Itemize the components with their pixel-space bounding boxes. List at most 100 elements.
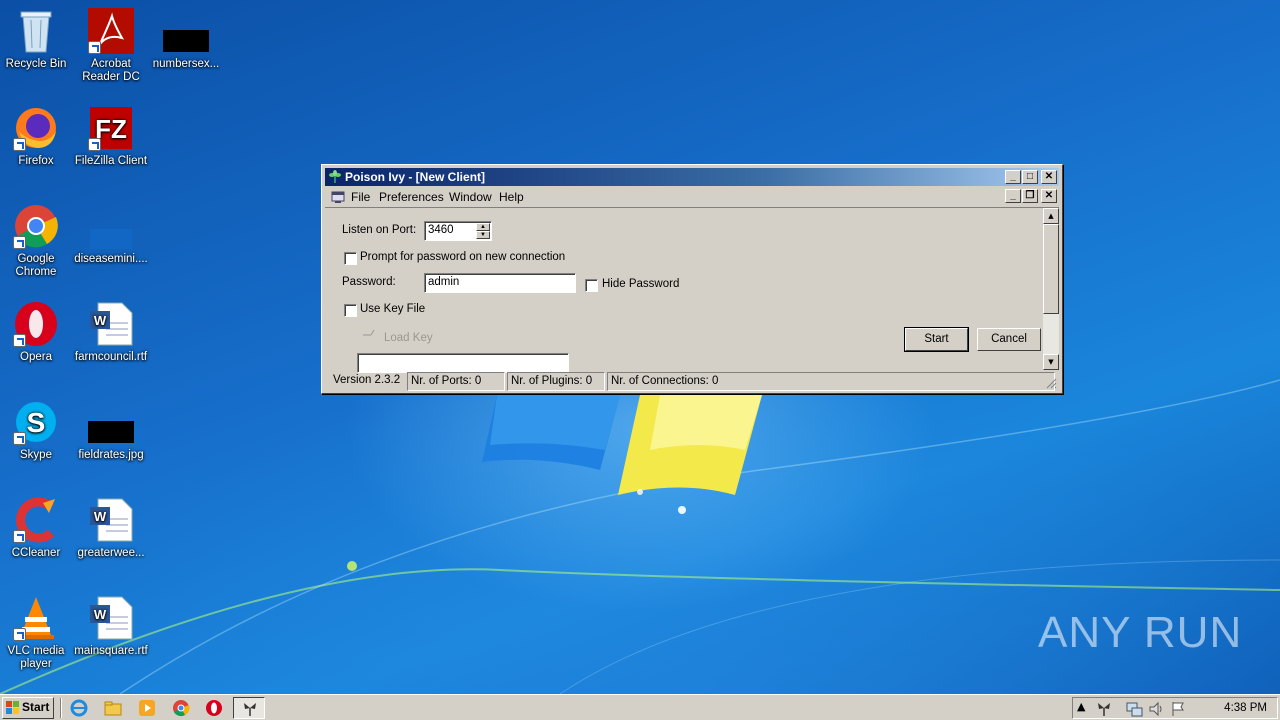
status-ports: Nr. of Ports: 0	[407, 372, 505, 391]
firefox-icon	[13, 105, 59, 151]
desktop-icon-label: fieldrates.jpg	[78, 449, 144, 461]
scroll-thumb[interactable]	[1043, 224, 1059, 314]
spin-up-icon[interactable]: ▲	[476, 223, 490, 231]
load-key-button[interactable]: Load Key	[384, 332, 433, 344]
desktop-icon-label: Opera	[20, 351, 52, 363]
skype-icon: S	[13, 399, 59, 445]
hide-password-label: Hide Password	[602, 278, 680, 290]
close-button[interactable]: ✕	[1041, 170, 1057, 184]
start-button[interactable]: Start	[2, 697, 54, 719]
redacted-file-icon	[88, 203, 134, 249]
hide-password-checkbox[interactable]	[585, 279, 598, 292]
status-bar: Version 2.3.2 Nr. of Ports: 0 Nr. of Plu…	[325, 370, 1059, 391]
key-icon	[363, 329, 375, 336]
opera-icon	[13, 301, 59, 347]
menu-window[interactable]: Window	[449, 190, 492, 204]
desktop-icon-label: farmcouncil.rtf	[74, 351, 148, 363]
status-plugins: Nr. of Plugins: 0	[507, 372, 605, 391]
desktop-icon-skype[interactable]: S Skype	[0, 399, 76, 462]
prompt-password-checkbox[interactable]	[344, 252, 357, 265]
mdi-minimize-button[interactable]: _	[1005, 189, 1021, 203]
media-player-icon[interactable]	[138, 699, 156, 717]
svg-text:W: W	[94, 607, 107, 622]
explorer-icon[interactable]	[104, 699, 122, 717]
show-hidden-icon[interactable]: ▲	[1077, 700, 1085, 713]
chrome-icon	[13, 203, 59, 249]
image-file-icon	[88, 399, 134, 445]
desktop-icon-label: Acrobat Reader DC	[82, 58, 140, 83]
use-key-file-label: Use Key File	[360, 303, 426, 315]
filezilla-icon: FZ	[88, 105, 134, 151]
desktop-icon-farmcouncil[interactable]: W farmcouncil.rtf	[71, 301, 151, 364]
listen-port-input[interactable]: 3460 ▲ ▼	[424, 221, 492, 241]
status-connections: Nr. of Connections: 0	[607, 372, 1055, 391]
desktop-icon-diseasemini[interactable]: diseasemini....	[71, 203, 151, 266]
listen-port-value: 3460	[428, 224, 454, 236]
desktop-icon-greaterwee[interactable]: W greaterwee...	[71, 497, 151, 560]
poison-ivy-icon	[329, 170, 341, 183]
listen-port-label: Listen on Port:	[342, 224, 417, 236]
network-icon[interactable]	[1125, 700, 1143, 718]
desktop-icon-label: FileZilla Client	[74, 155, 148, 167]
scroll-up-icon[interactable]: ▲	[1043, 208, 1059, 224]
clock[interactable]: 4:38 PM	[1224, 702, 1267, 714]
window-title: Poison Ivy - [New Client]	[345, 170, 486, 184]
desktop-icon-numbersex[interactable]: numbersex...	[146, 8, 226, 71]
opera-icon[interactable]	[205, 699, 223, 717]
menu-bar: File Preferences Window Help _ ❐ ✕	[325, 187, 1059, 207]
minimize-button[interactable]: _	[1005, 170, 1021, 184]
chrome-icon[interactable]	[172, 699, 190, 717]
desktop-icon-recycle-bin[interactable]: Recycle Bin	[0, 8, 76, 71]
cancel-button[interactable]: Cancel	[977, 328, 1041, 351]
desktop-icon-label: diseasemini....	[74, 253, 148, 265]
desktop-icon-firefox[interactable]: Firefox	[0, 105, 76, 168]
password-input[interactable]: admin	[424, 273, 576, 293]
system-tray: ▲ 4:38 PM	[1072, 697, 1278, 719]
volume-icon[interactable]	[1147, 700, 1165, 718]
desktop-icon-label: VLC media player	[7, 645, 65, 670]
poison-ivy-tray-icon[interactable]	[1095, 700, 1113, 718]
windows-logo-icon	[6, 701, 19, 714]
resize-grip-icon[interactable]	[1045, 377, 1057, 389]
desktop-icon-opera[interactable]: Opera	[0, 301, 76, 364]
status-version: Version 2.3.2	[333, 374, 401, 386]
recycle-bin-icon	[13, 8, 59, 54]
ccleaner-icon	[13, 497, 59, 543]
menu-help[interactable]: Help	[499, 190, 524, 204]
flag-icon[interactable]	[1169, 700, 1187, 718]
word-document-icon: W	[88, 301, 134, 347]
taskbar-separator	[60, 698, 62, 718]
maximize-button[interactable]: □	[1022, 170, 1038, 184]
desktop-icon-vlc[interactable]: VLC media player	[0, 595, 76, 671]
desktop-icon-label: Firefox	[18, 155, 54, 167]
title-bar[interactable]: Poison Ivy - [New Client] _ □ ✕	[325, 168, 1059, 186]
desktop-icon-ccleaner[interactable]: CCleaner	[0, 497, 76, 560]
mdi-child-icon[interactable]	[331, 190, 345, 204]
menu-preferences[interactable]: Preferences	[379, 190, 444, 204]
taskbar-item-poison-ivy[interactable]	[233, 697, 265, 719]
desktop-icon-filezilla[interactable]: FZ FileZilla Client	[71, 105, 151, 168]
menu-file[interactable]: File	[351, 190, 370, 204]
desktop-icon-mainsquare[interactable]: W mainsquare.rtf	[71, 595, 151, 658]
poison-ivy-window[interactable]: Poison Ivy - [New Client] _ □ ✕ File Pre…	[321, 164, 1063, 394]
desktop-icon-acrobat[interactable]: Acrobat Reader DC	[71, 8, 151, 84]
desktop-icon-fieldrates[interactable]: fieldrates.jpg	[71, 399, 151, 462]
desktop-icon-label: CCleaner	[11, 547, 61, 559]
mdi-restore-button[interactable]: ❐	[1022, 189, 1038, 203]
new-client-form: Listen on Port: 3460 ▲ ▼ Prompt for pass…	[325, 207, 1059, 373]
desktop-icon-label: numbersex...	[152, 58, 220, 70]
acrobat-icon	[88, 8, 134, 54]
desktop-icon-label: Skype	[20, 449, 52, 461]
vertical-scrollbar[interactable]: ▲ ▼	[1043, 208, 1059, 370]
prompt-password-label: Prompt for password on new connection	[360, 251, 566, 263]
start-label: Start	[22, 700, 50, 714]
ie-icon[interactable]	[70, 699, 88, 717]
desktop-icon-label: greaterwee...	[77, 547, 145, 559]
port-spinner[interactable]: ▲ ▼	[476, 223, 490, 239]
scroll-down-icon[interactable]: ▼	[1043, 354, 1059, 370]
spin-down-icon[interactable]: ▼	[476, 231, 490, 239]
use-key-file-checkbox[interactable]	[344, 304, 357, 317]
mdi-close-button[interactable]: ✕	[1041, 189, 1057, 203]
desktop-icon-chrome[interactable]: Google Chrome	[0, 203, 76, 279]
start-button[interactable]: Start	[904, 327, 969, 352]
